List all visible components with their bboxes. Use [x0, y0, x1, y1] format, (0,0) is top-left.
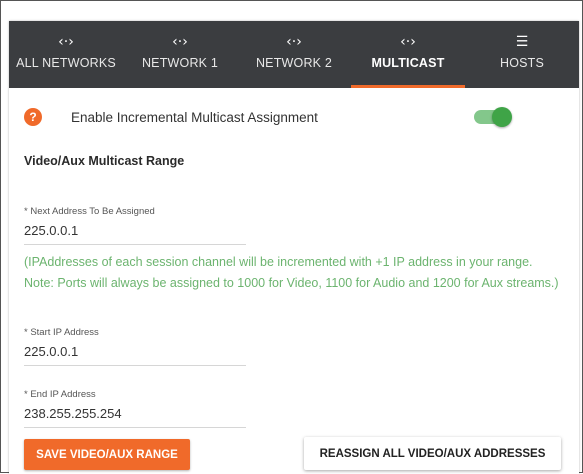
incremental-assignment-row: ? Enable Incremental Multicast Assignmen… — [9, 106, 579, 130]
next-address-input[interactable]: 225.0.0.1 — [24, 223, 246, 245]
tab-label: ALL NETWORKS — [16, 56, 116, 70]
toggle-knob — [492, 107, 512, 127]
incremental-assignment-toggle[interactable] — [474, 107, 512, 127]
help-icon[interactable]: ? — [24, 108, 42, 126]
tab-all-networks[interactable]: ‹·› ALL NETWORKS — [9, 21, 123, 88]
section-title: Video/Aux Multicast Range — [24, 154, 185, 168]
next-address-label: * Next Address To Be Assigned — [24, 206, 155, 217]
code-brackets-icon: ‹·› — [172, 34, 188, 50]
start-ip-label: * Start IP Address — [24, 327, 99, 338]
code-brackets-icon: ‹·› — [58, 34, 74, 50]
tab-label: NETWORK 2 — [255, 56, 333, 70]
end-ip-input[interactable]: 238.255.255.254 — [24, 406, 246, 428]
multicast-note: (IPAddresses of each session channel wil… — [24, 255, 559, 290]
window-frame: ‹·› ALL NETWORKS ‹·› NETWORK 1 ‹·› NETWO… — [0, 0, 583, 474]
tab-network-1[interactable]: ‹·› NETWORK 1 — [123, 21, 237, 88]
tab-multicast[interactable]: ‹·› MULTICAST — [351, 21, 465, 88]
end-ip-label: * End IP Address — [24, 389, 96, 400]
tab-network-2[interactable]: ‹·› NETWORK 2 — [237, 21, 351, 88]
start-ip-input[interactable]: 225.0.0.1 — [24, 344, 246, 366]
network-tab-bar: ‹·› ALL NETWORKS ‹·› NETWORK 1 ‹·› NETWO… — [9, 21, 579, 88]
code-brackets-icon: ‹·› — [400, 34, 416, 50]
next-address-field[interactable]: * Next Address To Be Assigned 225.0.0.1 — [24, 206, 246, 245]
save-video-aux-range-button[interactable]: SAVE VIDEO/AUX RANGE — [24, 439, 190, 470]
multicast-settings-panel: ‹·› ALL NETWORKS ‹·› NETWORK 1 ‹·› NETWO… — [9, 21, 579, 474]
tab-label: MULTICAST — [371, 56, 445, 70]
tab-label: HOSTS — [499, 56, 545, 70]
end-ip-field[interactable]: * End IP Address 238.255.255.254 — [24, 389, 246, 428]
reassign-all-addresses-button[interactable]: REASSIGN ALL VIDEO/AUX ADDRESSES — [304, 437, 561, 470]
list-icon: ☰ — [515, 34, 529, 50]
start-ip-field[interactable]: * Start IP Address 225.0.0.1 — [24, 327, 246, 366]
code-brackets-icon: ‹·› — [286, 34, 302, 50]
incremental-assignment-label: Enable Incremental Multicast Assignment — [71, 110, 318, 125]
tab-hosts[interactable]: ☰ HOSTS — [465, 21, 579, 88]
tab-label: NETWORK 1 — [141, 56, 219, 70]
